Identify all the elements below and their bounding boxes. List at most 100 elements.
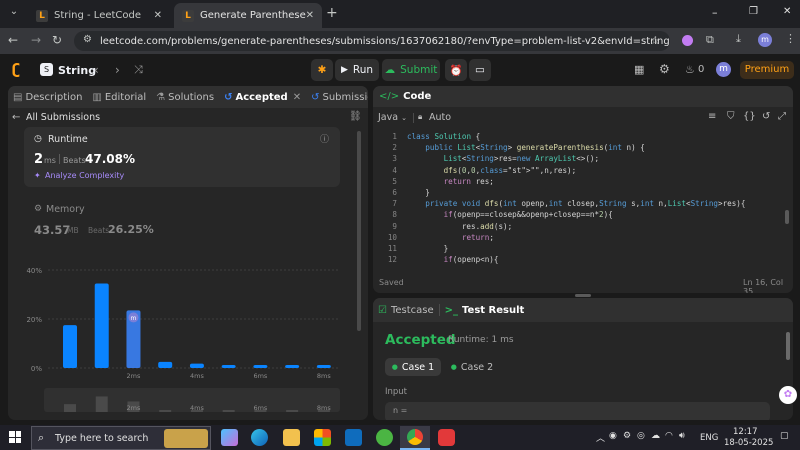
language-select[interactable]: Java ⌄ (378, 112, 407, 123)
settings-gear-icon[interactable]: ⚙ (659, 62, 670, 76)
notes-button[interactable]: ▭ (469, 59, 491, 81)
submit-button[interactable]: ☁ Submit (382, 59, 440, 81)
code-editor[interactable]: class Solution { public List<String> gen… (407, 131, 783, 267)
next-problem-icon[interactable]: › (115, 63, 120, 77)
new-tab-button[interactable]: + (326, 5, 338, 21)
case-2-button[interactable]: ● Case 2 (447, 358, 497, 376)
tab-solutions[interactable]: ⚗ Solutions (151, 92, 219, 103)
tab-editorial[interactable]: ▥ Editorial (87, 92, 151, 103)
tray-app-icon[interactable]: ◎ (637, 431, 645, 441)
outlook-icon[interactable] (345, 429, 362, 446)
code-line[interactable]: if(openp<n){ (407, 254, 783, 265)
debug-button[interactable]: ✱ (311, 59, 333, 81)
chrome-taskbar-button[interactable] (400, 426, 430, 450)
problem-list-icon[interactable]: S (40, 63, 53, 76)
taskbar-search-box[interactable]: ⌕ Type here to search (31, 426, 211, 450)
system-tray-chevron-icon[interactable]: ︿ (596, 431, 605, 444)
result-scrollbar[interactable] (786, 332, 790, 360)
code-line[interactable]: private void dfs(int openp,int closep,St… (407, 198, 783, 209)
premium-button[interactable]: Premium (740, 61, 794, 79)
copilot-icon[interactable] (221, 429, 238, 446)
microsoft-store-icon[interactable] (314, 429, 331, 446)
streak-flame-icon[interactable]: ♨ (685, 63, 695, 76)
resize-handle[interactable] (575, 294, 591, 297)
shuffle-icon[interactable]: ⤨ (134, 63, 143, 77)
code-line[interactable]: } (407, 243, 783, 254)
tab-description[interactable]: ▤ Description (8, 92, 87, 103)
network-icon[interactable]: ☁ (651, 431, 660, 441)
reset-code-icon[interactable]: ↺ (762, 111, 770, 122)
code-line[interactable]: return res; (407, 176, 783, 187)
tab-accepted[interactable]: ↺ Accepted ✕ (219, 92, 306, 103)
tab-test-result[interactable]: >_ Test Result (440, 305, 530, 316)
histogram-bar[interactable] (316, 365, 331, 368)
timer-button[interactable]: ⏰ (445, 59, 467, 81)
language-indicator[interactable]: ENG (700, 433, 718, 443)
panel-scrollbar[interactable] (357, 131, 361, 331)
download-icon[interactable]: ⤓ (736, 32, 741, 46)
restore-button[interactable]: ❐ (749, 6, 758, 17)
user-avatar[interactable]: m (716, 62, 731, 77)
close-window-button[interactable]: ✕ (783, 6, 791, 17)
layout-grid-icon[interactable]: ▦ (634, 63, 644, 76)
analyze-complexity-link[interactable]: Analyze Complexity (45, 171, 124, 180)
copy-link-icon[interactable]: ⛓ (349, 111, 362, 122)
address-bar[interactable]: ⚙ leetcode.com/problems/generate-parenth… (74, 31, 670, 51)
histogram-bar[interactable] (63, 325, 77, 368)
info-icon[interactable]: ⓘ (320, 132, 329, 145)
windows-start-icon[interactable] (9, 431, 21, 443)
code-line[interactable]: dfs(0,0,class="st">"",n,res); (407, 165, 783, 176)
wps-office-icon[interactable] (438, 429, 455, 446)
utorrent-icon[interactable] (376, 429, 393, 446)
minimize-button[interactable]: – (712, 6, 718, 19)
extensions-puzzle-icon[interactable]: ⧉ (706, 33, 714, 47)
back-icon[interactable]: ← (8, 33, 18, 47)
profile-avatar[interactable]: m (758, 33, 772, 47)
fullscreen-icon[interactable]: ⤢ (778, 111, 786, 122)
browser-tab-generate-parentheses[interactable]: L Generate Parentheses - LeetCode ✕ (174, 3, 322, 28)
tab-testcase[interactable]: ☑ Testcase (373, 305, 439, 316)
clock-date[interactable]: 18-05-2025 (724, 438, 773, 448)
close-tab-icon[interactable]: ✕ (293, 92, 301, 103)
edge-icon[interactable] (251, 429, 268, 446)
tab-submissions[interactable]: ↺Submissions (306, 92, 368, 103)
reload-icon[interactable]: ↻ (52, 33, 62, 47)
all-submissions-link[interactable]: All Submissions (26, 112, 100, 123)
code-line[interactable]: } (407, 187, 783, 198)
format-code-icon[interactable]: ≡ (708, 111, 716, 122)
code-line[interactable]: class Solution { (407, 131, 783, 142)
close-tab-icon[interactable]: ✕ (154, 10, 162, 21)
floating-assistant-icon[interactable]: ✿ (779, 386, 797, 404)
code-line[interactable]: res.add(s); (407, 221, 783, 232)
wifi-icon[interactable]: ◠ (665, 431, 673, 441)
code-line[interactable]: if(openp==closep&&openp+closep==n*2){ (407, 209, 783, 220)
back-arrow-icon[interactable]: ← (12, 112, 20, 123)
file-explorer-icon[interactable] (283, 429, 300, 446)
histogram-bar[interactable] (253, 365, 268, 368)
auto-mode-label[interactable]: Auto (429, 112, 451, 123)
leetcode-logo-icon[interactable]: ʗ (12, 62, 26, 78)
run-button[interactable]: ▶ Run (335, 59, 379, 81)
histogram-bar[interactable] (189, 363, 204, 368)
browser-menu-icon[interactable]: ⋮ (785, 32, 796, 45)
tray-app-icon[interactable]: ◉ (609, 431, 617, 441)
tray-app-icon[interactable]: ⚙ (623, 431, 631, 441)
forward-icon[interactable]: → (31, 33, 41, 47)
code-line[interactable]: public List<String> generateParenthesis(… (407, 142, 783, 153)
clock-time[interactable]: 12:17 (733, 427, 758, 437)
bookmark-icon[interactable]: ⛉ (727, 111, 735, 122)
case-1-button[interactable]: ● Case 1 (385, 358, 441, 376)
braces-icon[interactable]: {} (743, 111, 756, 122)
volume-icon[interactable]: 🔊︎ (679, 431, 685, 441)
code-line[interactable]: return; (407, 232, 783, 243)
extension-icon[interactable] (682, 35, 693, 46)
site-info-icon[interactable]: ⚙ (83, 34, 92, 45)
histogram-bar[interactable] (285, 365, 300, 368)
histogram-bar[interactable] (158, 361, 173, 368)
notifications-icon[interactable]: ▢ (780, 431, 789, 441)
histogram-bar[interactable] (221, 365, 236, 368)
problem-list-title[interactable]: String (58, 64, 96, 77)
code-line[interactable]: List<String>res=new ArrayList<>(); (407, 153, 783, 164)
prev-problem-icon[interactable]: ‹ (94, 63, 99, 77)
browser-tab-string[interactable]: L String - LeetCode ✕ (28, 3, 170, 28)
